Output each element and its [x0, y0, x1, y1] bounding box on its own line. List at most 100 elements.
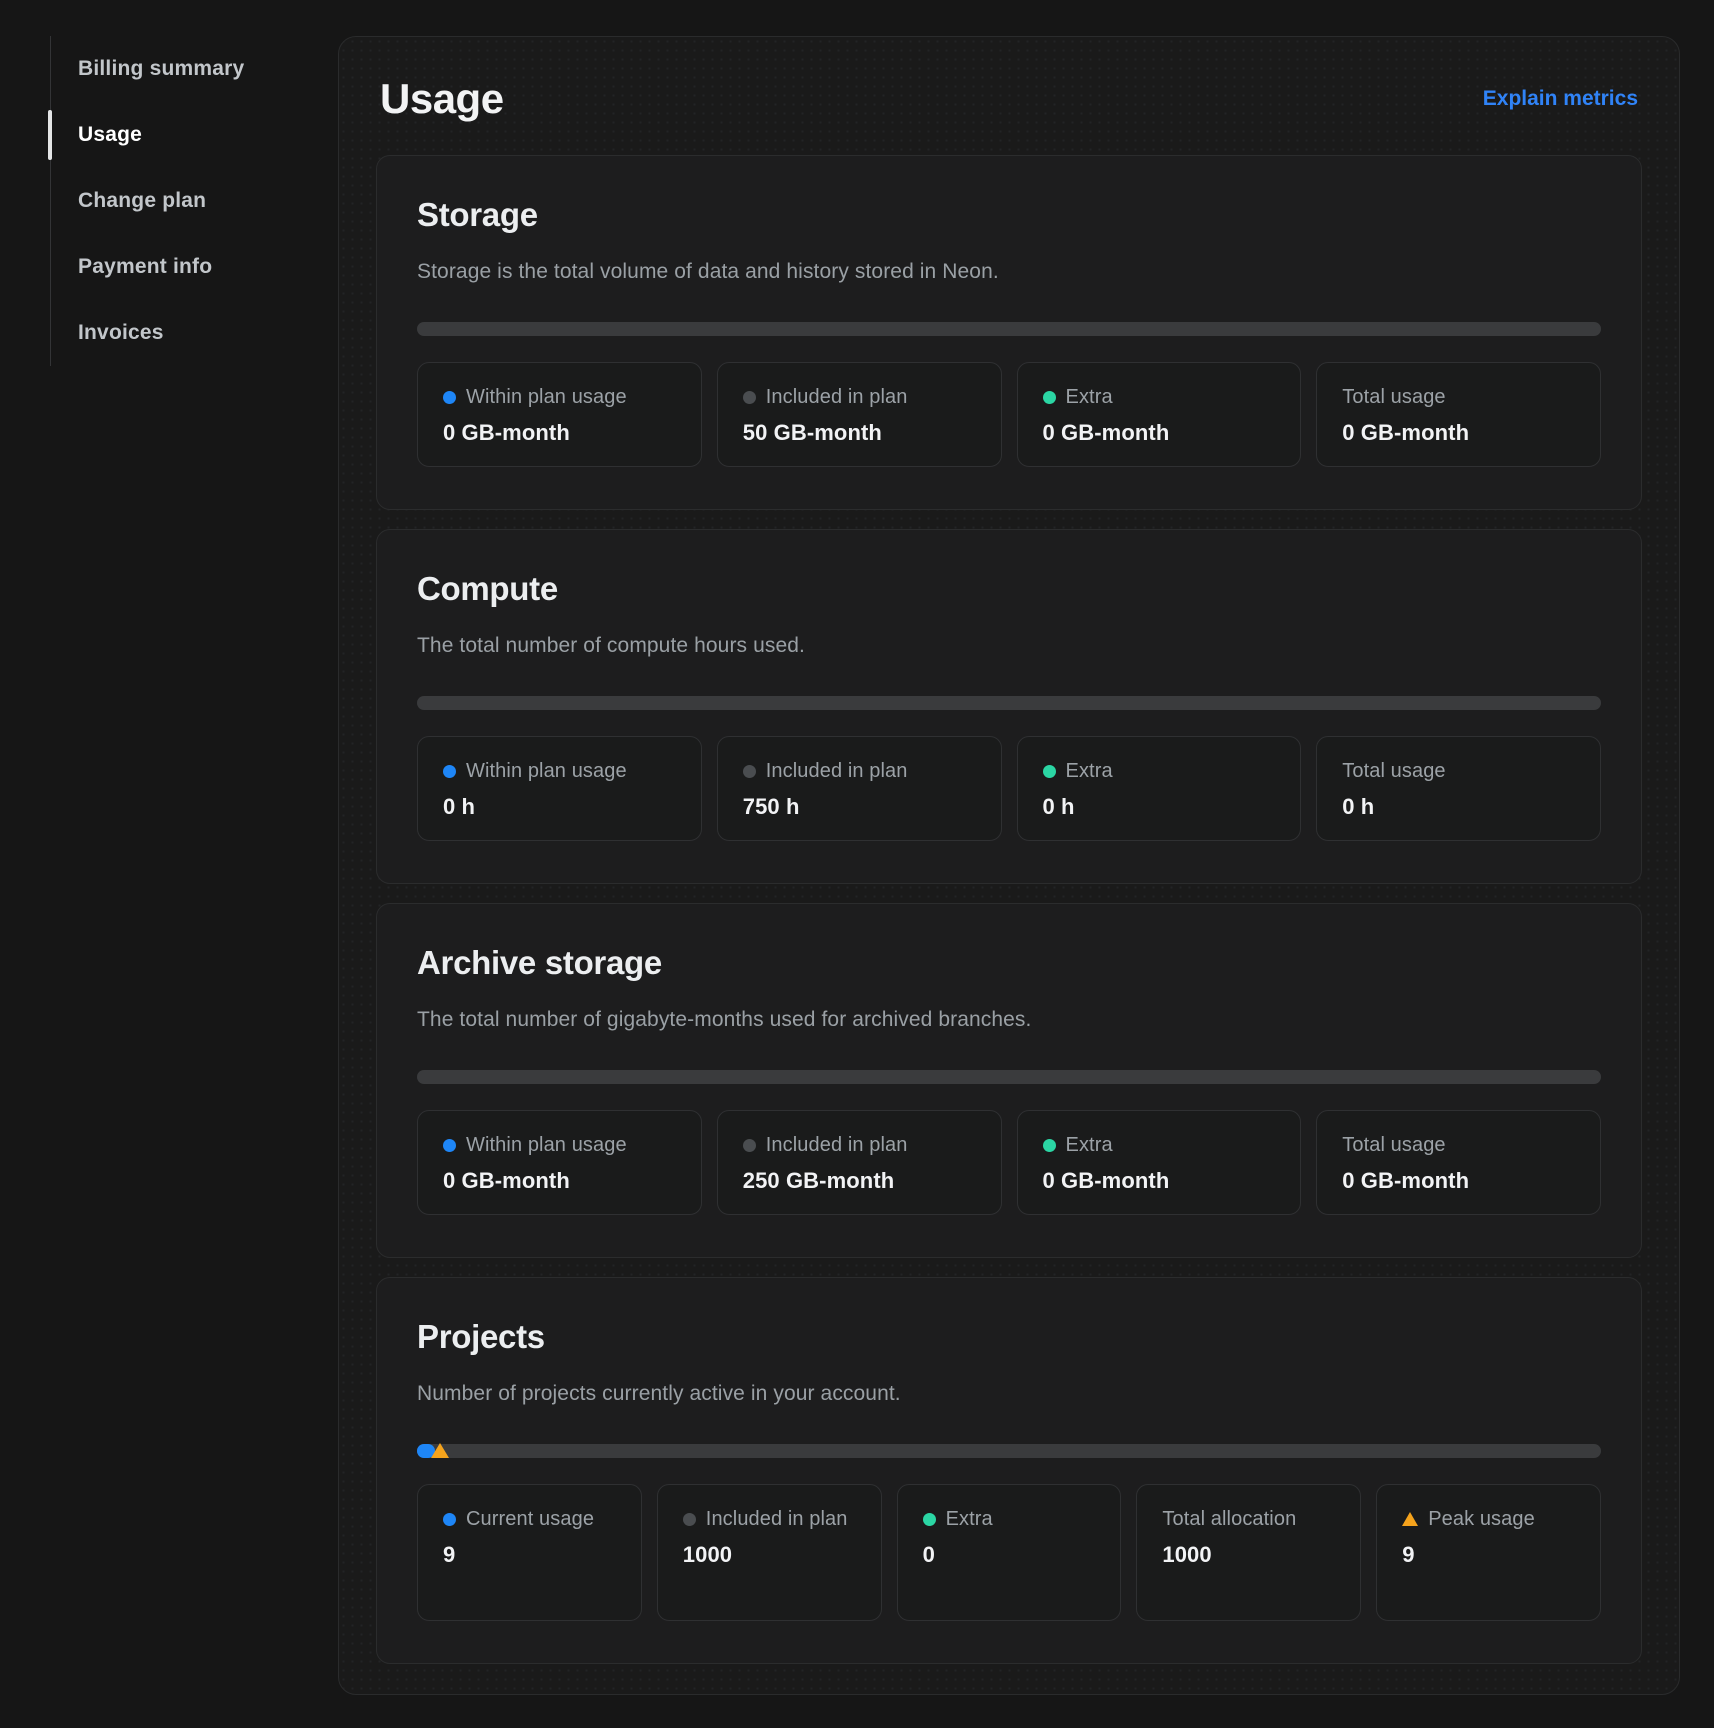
stat-value: 0	[923, 1542, 1096, 1568]
stat-value: 0 GB-month	[1342, 420, 1575, 446]
stat-label-row: Included in plan	[743, 757, 976, 785]
stat-card-archive-storage-extra: Extra 0 GB-month	[1017, 1110, 1302, 1215]
stat-label-row: Extra	[1043, 383, 1276, 411]
stat-value: 1000	[1162, 1542, 1335, 1568]
stat-label-row: Peak usage	[1402, 1505, 1575, 1533]
stat-card-archive-storage-included-in-plan: Included in plan 250 GB-month	[717, 1110, 1002, 1215]
stat-value: 250 GB-month	[743, 1168, 976, 1194]
stat-card-projects-total-allocation: Total allocation 1000	[1136, 1484, 1361, 1621]
stat-cards: Within plan usage 0 GB-month Included in…	[417, 362, 1601, 467]
section-projects: Projects Number of projects currently ac…	[376, 1277, 1642, 1664]
section-title: Storage	[417, 196, 1601, 234]
sidebar-item-label: Usage	[78, 123, 142, 147]
panel-header: Usage Explain metrics	[376, 37, 1642, 155]
usage-progress-bar	[417, 1070, 1601, 1084]
stat-label: Extra	[1066, 386, 1113, 408]
section-title: Archive storage	[417, 944, 1601, 982]
stat-dot-icon	[443, 765, 456, 778]
stat-dot-icon	[743, 1139, 756, 1152]
stat-card-compute-within-plan-usage: Within plan usage 0 h	[417, 736, 702, 841]
section-archive-storage: Archive storage The total number of giga…	[376, 903, 1642, 1258]
stat-label-row: Within plan usage	[443, 1131, 676, 1159]
peak-marker-icon	[431, 1443, 449, 1458]
stat-label: Total allocation	[1162, 1508, 1296, 1530]
stat-label: Total usage	[1342, 760, 1445, 782]
stat-card-archive-storage-within-plan-usage: Within plan usage 0 GB-month	[417, 1110, 702, 1215]
usage-progress-bar	[417, 322, 1601, 336]
stat-label: Within plan usage	[466, 1134, 627, 1156]
stat-card-compute-total-usage: Total usage 0 h	[1316, 736, 1601, 841]
stat-card-compute-included-in-plan: Included in plan 750 h	[717, 736, 1002, 841]
sidebar-item-label: Invoices	[78, 321, 164, 345]
stat-cards: Within plan usage 0 GB-month Included in…	[417, 1110, 1601, 1215]
stat-label-row: Extra	[1043, 1131, 1276, 1159]
stat-label: Extra	[946, 1508, 993, 1530]
stat-value: 0 GB-month	[443, 420, 676, 446]
stat-dot-icon	[743, 391, 756, 404]
stat-label-row: Total allocation	[1162, 1505, 1335, 1533]
sidebar-item-usage[interactable]: Usage	[78, 102, 310, 168]
sidebar-item-payment-info[interactable]: Payment info	[78, 234, 310, 300]
stat-card-storage-total-usage: Total usage 0 GB-month	[1316, 362, 1601, 467]
stat-label-row: Total usage	[1342, 383, 1575, 411]
sidebar-item-billing-summary[interactable]: Billing summary	[78, 36, 310, 102]
stat-dot-icon	[683, 1513, 696, 1526]
stat-value: 9	[443, 1542, 616, 1568]
stat-label: Included in plan	[706, 1508, 848, 1530]
stat-label: Total usage	[1342, 386, 1445, 408]
stat-dot-icon	[443, 1139, 456, 1152]
stat-dot-icon	[443, 1513, 456, 1526]
usage-panel: Usage Explain metrics Storage Storage is…	[338, 36, 1680, 1695]
sidebar-nav: Billing summary Usage Change plan Paymen…	[50, 36, 310, 366]
stat-label: Included in plan	[766, 760, 908, 782]
stat-label: Within plan usage	[466, 386, 627, 408]
stat-label: Included in plan	[766, 386, 908, 408]
peak-triangle-icon	[1402, 1512, 1418, 1526]
stat-value: 750 h	[743, 794, 976, 820]
sidebar-item-label: Billing summary	[78, 57, 244, 81]
stat-card-projects-extra: Extra 0	[897, 1484, 1122, 1621]
stat-value: 0 h	[1043, 794, 1276, 820]
stat-card-storage-within-plan-usage: Within plan usage 0 GB-month	[417, 362, 702, 467]
stat-label-row: Current usage	[443, 1505, 616, 1533]
sidebar-item-invoices[interactable]: Invoices	[78, 300, 310, 366]
section-description: Number of projects currently active in y…	[417, 1382, 1601, 1406]
stat-label-row: Within plan usage	[443, 757, 676, 785]
stat-card-projects-peak-usage: Peak usage 9	[1376, 1484, 1601, 1621]
section-description: The total number of compute hours used.	[417, 634, 1601, 658]
sidebar-item-label: Payment info	[78, 255, 212, 279]
stat-label: Extra	[1066, 760, 1113, 782]
stat-label-row: Total usage	[1342, 1131, 1575, 1159]
stat-label: Within plan usage	[466, 760, 627, 782]
stat-value: 0 GB-month	[1043, 1168, 1276, 1194]
stat-label-row: Included in plan	[743, 383, 976, 411]
stat-value: 1000	[683, 1542, 856, 1568]
sidebar-item-label: Change plan	[78, 189, 206, 213]
billing-sidebar: Billing summary Usage Change plan Paymen…	[50, 36, 310, 366]
page-title: Usage	[380, 75, 504, 123]
stat-dot-icon	[1043, 1139, 1056, 1152]
stat-card-archive-storage-total-usage: Total usage 0 GB-month	[1316, 1110, 1601, 1215]
stat-label-row: Included in plan	[743, 1131, 976, 1159]
usage-progress-bar	[417, 1444, 1601, 1458]
section-title: Projects	[417, 1318, 1601, 1356]
stat-value: 0 h	[1342, 794, 1575, 820]
section-description: Storage is the total volume of data and …	[417, 260, 1601, 284]
stat-card-projects-included-in-plan: Included in plan 1000	[657, 1484, 882, 1621]
section-title: Compute	[417, 570, 1601, 608]
stat-value: 0 GB-month	[1043, 420, 1276, 446]
stat-dot-icon	[1043, 391, 1056, 404]
stat-value: 0 GB-month	[443, 1168, 676, 1194]
stat-label: Extra	[1066, 1134, 1113, 1156]
stat-label-row: Extra	[1043, 757, 1276, 785]
stat-value: 0 GB-month	[1342, 1168, 1575, 1194]
stat-dot-icon	[443, 391, 456, 404]
sidebar-item-change-plan[interactable]: Change plan	[78, 168, 310, 234]
stat-dot-icon	[923, 1513, 936, 1526]
section-storage: Storage Storage is the total volume of d…	[376, 155, 1642, 510]
stat-card-projects-current-usage: Current usage 9	[417, 1484, 642, 1621]
stat-value: 50 GB-month	[743, 420, 976, 446]
explain-metrics-link[interactable]: Explain metrics	[1483, 87, 1638, 111]
stat-card-compute-extra: Extra 0 h	[1017, 736, 1302, 841]
stat-label: Current usage	[466, 1508, 594, 1530]
